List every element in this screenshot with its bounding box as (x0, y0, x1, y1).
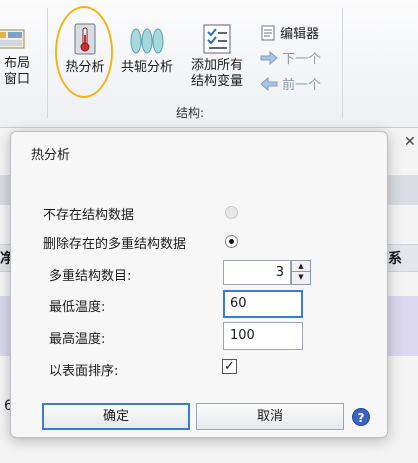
checklist-icon (203, 24, 231, 54)
structure-count-input[interactable]: 3 (223, 260, 291, 285)
next-button[interactable]: 下一个 (260, 50, 322, 68)
max-temperature-input[interactable]: 100 (223, 322, 303, 350)
ribbon-separator (342, 8, 343, 118)
conjugate-analysis-icon (130, 28, 164, 54)
highlight-circle (55, 6, 113, 98)
conjugate-analysis-button[interactable]: 共轭分析 (114, 26, 180, 76)
max-temperature-label: 最高温度: (49, 332, 106, 347)
min-temperature-label: 最低温度: (49, 300, 106, 315)
sort-by-surface-checkbox[interactable]: ✓ (222, 359, 237, 374)
structure-count-label: 多重结构数目: (49, 269, 132, 284)
cancel-button[interactable]: 取消 (196, 403, 344, 430)
no-structure-data-radio[interactable] (225, 206, 238, 219)
sort-by-surface-label: 以表面排序: (49, 364, 119, 379)
layout-window-icon (0, 29, 25, 49)
arrow-right-icon (260, 50, 278, 66)
layout-window-label: 布局 窗口 (3, 56, 30, 87)
add-all-structure-variables-button[interactable]: 添加所有 结构变量 (184, 24, 250, 90)
editor-button[interactable]: 编辑器 (260, 25, 319, 43)
background-close-icon[interactable]: ✕ (404, 134, 416, 150)
delete-structure-data-label: 删除存在的多重结构数据 (43, 237, 187, 252)
stepper-down-icon[interactable]: ▼ (291, 272, 311, 285)
dialog-title: 热分析 (31, 148, 71, 163)
editor-icon (261, 25, 275, 41)
editor-label: 编辑器 (280, 27, 320, 42)
arrow-left-icon (260, 76, 278, 92)
ribbon-group-label: 结构: (176, 106, 205, 120)
add-all-structure-variables-label: 添加所有 结构变量 (190, 58, 243, 89)
ribbon-toolbar: 布局 窗口 热分析 共轭分析 添加所有 结构变量 编辑器 下一个 前一个 结构: (0, 0, 418, 128)
delete-structure-data-radio[interactable] (225, 235, 238, 248)
min-temperature-input[interactable]: 60 (223, 290, 303, 318)
structure-count-stepper: ▲ ▼ (291, 260, 311, 285)
layout-window-button[interactable]: 布局 窗口 (0, 22, 40, 88)
previous-button[interactable]: 前一个 (260, 76, 322, 94)
help-icon[interactable]: ? (352, 408, 370, 426)
previous-label: 前一个 (282, 78, 322, 93)
ribbon-separator (47, 8, 48, 118)
ok-button[interactable]: 确定 (42, 403, 190, 430)
no-structure-data-label: 不存在结构数据 (43, 208, 135, 223)
thermal-analysis-dialog: 热分析 不存在结构数据 删除存在的多重结构数据 多重结构数目: 3 ▲ ▼ 最低… (10, 131, 388, 438)
conjugate-analysis-label: 共轭分析 (120, 60, 173, 75)
next-label: 下一个 (282, 52, 322, 67)
background-header-right: 系 (388, 251, 402, 267)
stepper-up-icon[interactable]: ▲ (291, 260, 311, 272)
